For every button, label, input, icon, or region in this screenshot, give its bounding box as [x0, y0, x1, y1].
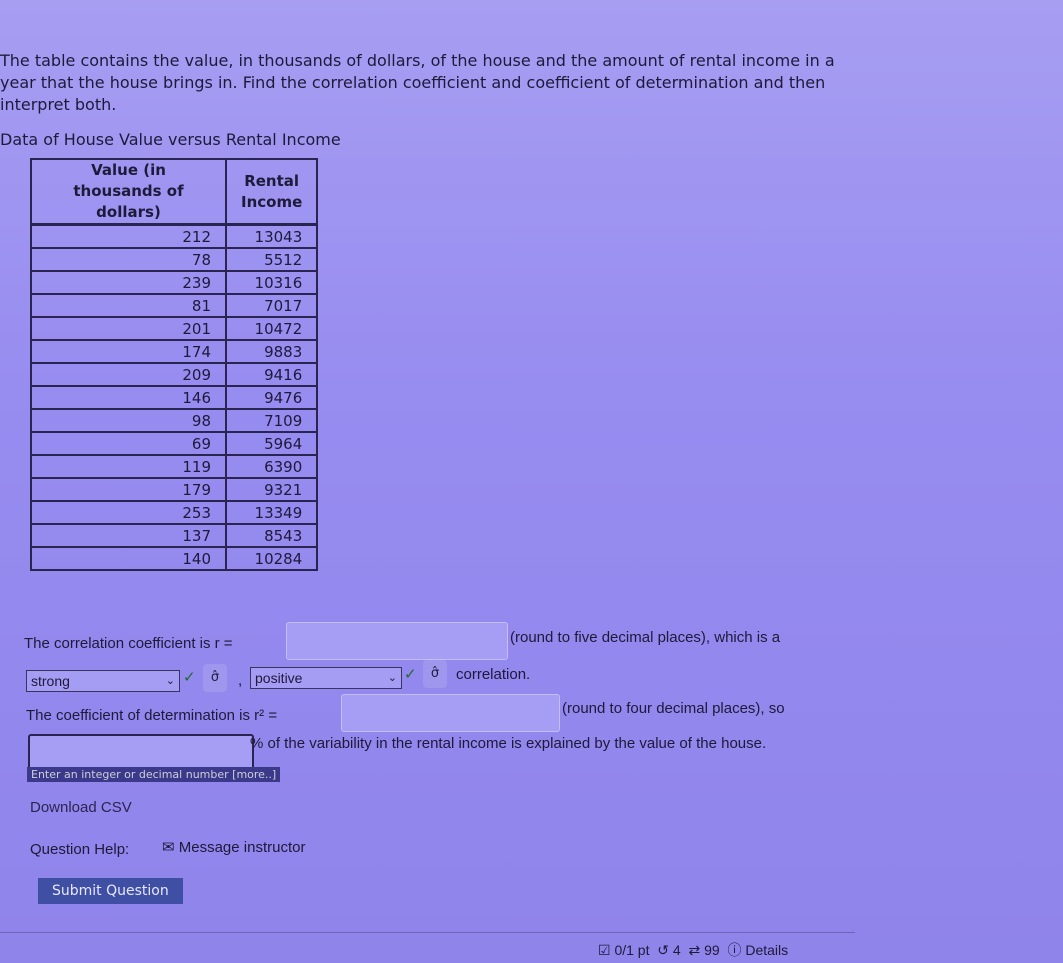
score: 0/1 pt — [614, 942, 650, 958]
table-row: 98 7109 — [30, 408, 319, 433]
rental-income-cell: 10472 — [224, 316, 319, 341]
retries: 4 — [672, 942, 681, 958]
rental-income-cell: 10316 — [224, 270, 319, 295]
percent-input[interactable] — [28, 734, 254, 770]
rental-income-cell: 9476 — [224, 385, 319, 410]
rental-income-cell: 7109 — [224, 408, 319, 433]
r2-suffix: (round to four decimal places), so — [562, 700, 785, 717]
table-row: 212 13043 — [30, 223, 319, 249]
table-row: 140 10284 — [30, 546, 319, 571]
rental-income-cell: 9883 — [224, 339, 319, 364]
r-prefix: The correlation coefficient is r = — [24, 635, 233, 652]
header-value: Value (in thousands of dollars) — [30, 158, 227, 226]
house-value-cell: 253 — [30, 500, 227, 525]
house-value-cell: 81 — [30, 293, 227, 318]
preview-icon[interactable]: σ̂ — [423, 660, 447, 688]
table-row: 81 7017 — [30, 293, 319, 318]
house-value-cell: 212 — [30, 223, 227, 249]
chevron-down-icon: ⌄ — [387, 672, 397, 684]
rental-income-cell: 13349 — [224, 500, 319, 525]
table-caption: Data of House Value versus Rental Income — [0, 130, 341, 149]
message-label: Message instructor — [178, 839, 306, 856]
checkbox-icon: ☑ — [598, 942, 611, 958]
message-instructor-link[interactable]: ✉ Message instructor — [162, 838, 305, 856]
table-row: 69 5964 — [30, 431, 319, 456]
comma: , — [238, 672, 243, 689]
house-value-cell: 239 — [30, 270, 227, 295]
r2-prefix: The coefficient of determination is r² = — [26, 707, 278, 724]
house-value-cell: 174 — [30, 339, 227, 364]
r2-input[interactable] — [341, 694, 560, 732]
rental-income-cell: 5964 — [224, 431, 319, 456]
table-row: 119 6390 — [30, 454, 319, 479]
r-suffix: (round to five decimal places), which is… — [510, 629, 781, 646]
table-row: 201 10472 — [30, 316, 319, 341]
table-row: 146 9476 — [30, 385, 319, 410]
retry-icon: ↺ — [657, 942, 669, 958]
download-csv-link[interactable]: Download CSV — [30, 799, 132, 816]
divider — [0, 932, 855, 933]
table-row: 174 9883 — [30, 339, 319, 364]
attempts: 99 — [704, 942, 720, 958]
input-hint: Enter an integer or decimal number [more… — [27, 767, 281, 782]
house-value-cell: 179 — [30, 477, 227, 502]
table-row: 239 10316 — [30, 270, 319, 295]
submit-button[interactable]: Submit Question — [38, 878, 183, 904]
direction-value: positive — [255, 670, 303, 686]
table-row: 78 5512 — [30, 247, 319, 272]
footer-status: ☑ 0/1 pt ↺ 4 ⇄ 99 ⓘ Details — [598, 940, 788, 960]
envelope-icon: ✉ — [162, 839, 175, 856]
house-value-cell: 140 — [30, 546, 227, 571]
correlation-word: correlation. — [456, 666, 531, 683]
house-value-cell: 146 — [30, 385, 227, 410]
rental-income-cell: 5512 — [224, 247, 319, 272]
details-link[interactable]: Details — [745, 942, 788, 958]
rental-income-cell: 9416 — [224, 362, 319, 387]
question-text: The table contains the value, in thousan… — [0, 51, 835, 114]
chevron-down-icon: ⌄ — [165, 675, 175, 687]
rental-income-cell: 6390 — [224, 454, 319, 479]
r-input[interactable] — [286, 622, 508, 660]
table-row: 179 9321 — [30, 477, 319, 502]
house-value-cell: 69 — [30, 431, 227, 456]
house-value-cell: 98 — [30, 408, 227, 433]
check-icon: ✓ — [183, 668, 196, 686]
rental-income-cell: 9321 — [224, 477, 319, 502]
house-value-cell: 209 — [30, 362, 227, 387]
house-value-cell: 201 — [30, 316, 227, 341]
house-value-cell: 137 — [30, 523, 227, 548]
rental-income-cell: 8543 — [224, 523, 319, 548]
preview-icon[interactable]: σ̂ — [203, 664, 227, 692]
strength-value: strong — [31, 673, 70, 689]
table-row: 253 13349 — [30, 500, 319, 525]
percent-suffix: % of the variability in the rental incom… — [250, 735, 767, 752]
direction-select[interactable]: positive ⌄ — [250, 667, 402, 689]
data-table: Value (in thousands of dollars) Rental I… — [30, 158, 319, 571]
table-row: 209 9416 — [30, 362, 319, 387]
rental-income-cell: 10284 — [224, 546, 319, 571]
info-icon: ⓘ — [727, 942, 742, 958]
question-help-label: Question Help: — [30, 841, 130, 858]
attempts-icon: ⇄ — [688, 942, 701, 958]
house-value-cell: 78 — [30, 247, 227, 272]
check-icon: ✓ — [404, 665, 417, 683]
rental-income-cell: 7017 — [224, 293, 319, 318]
header-income: Rental Income — [224, 158, 319, 226]
table-row: 137 8543 — [30, 523, 319, 548]
house-value-cell: 119 — [30, 454, 227, 479]
rental-income-cell: 13043 — [224, 223, 319, 249]
strength-select[interactable]: strong ⌄ — [26, 670, 180, 692]
